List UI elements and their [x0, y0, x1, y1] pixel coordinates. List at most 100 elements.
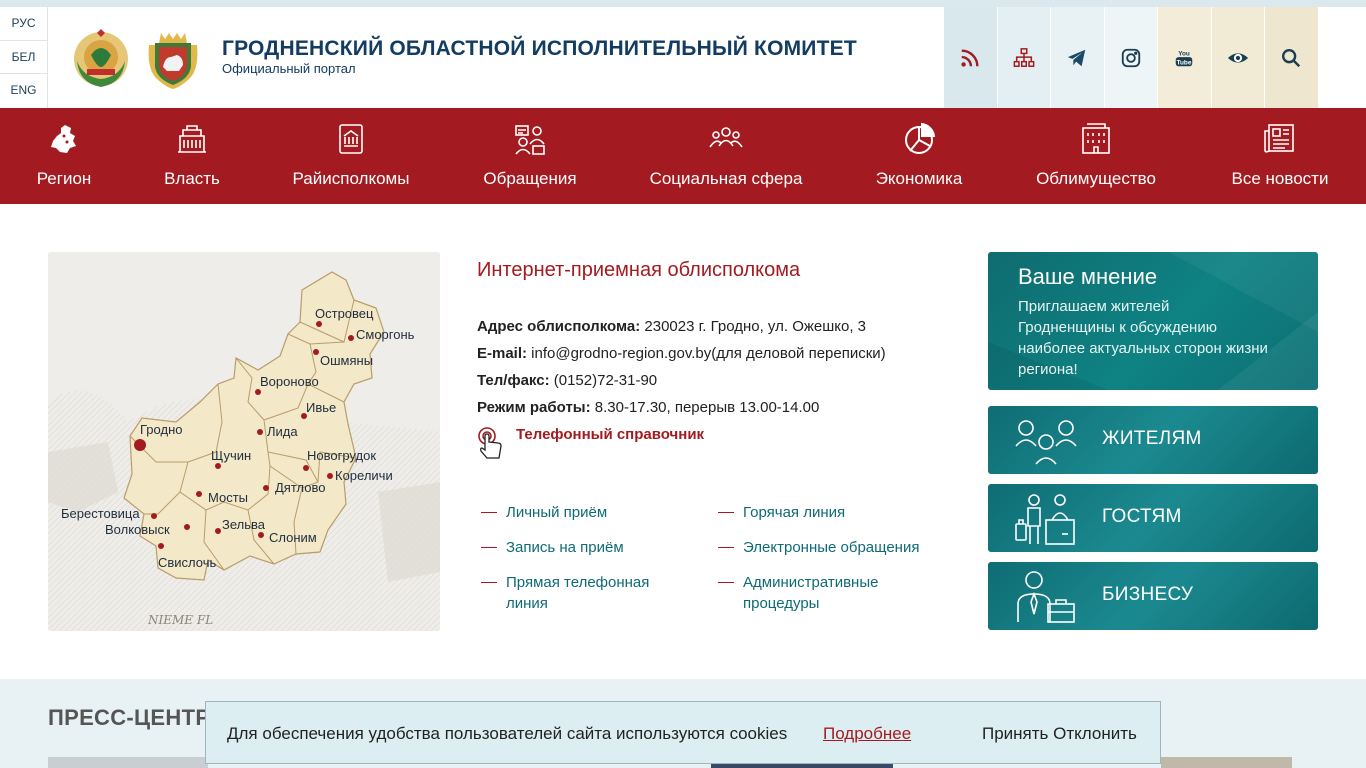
phonebook-label[interactable]: Телефонный справочник — [516, 426, 704, 443]
main-nav: Регион Власть Райисполкомы Обращения Соц… — [0, 108, 1366, 204]
cookie-decline-button[interactable]: Отклонить — [1053, 724, 1137, 743]
rss-icon — [961, 48, 979, 67]
email-value[interactable]: info@grodno-region.gov.by(для деловой пе… — [527, 345, 886, 362]
region-coat-of-arms-logo[interactable] — [141, 27, 205, 91]
email-line: E-mail: info@grodno-region.gov.by(для де… — [477, 345, 886, 362]
guests-icon — [1015, 494, 1075, 545]
region-map[interactable]: NIEME FL Островец Сморгонь Ошмяны Вороно… — [48, 252, 440, 631]
district-icon — [339, 124, 363, 154]
nav-all-news[interactable]: Все новости — [1229, 108, 1331, 204]
nav-region[interactable]: Регион — [34, 108, 94, 204]
map-city[interactable]: Дятлово — [275, 480, 325, 495]
map-city[interactable]: Гродно — [140, 422, 182, 437]
business-icon — [1017, 571, 1075, 623]
phone-value: (0152)72-31-90 — [549, 372, 658, 389]
nav-regional-property[interactable]: Облимущество — [1034, 108, 1158, 204]
nav-government[interactable]: Власть — [162, 108, 222, 204]
nav-district-committees[interactable]: Райисполкомы — [291, 108, 411, 204]
top-strip — [0, 0, 1366, 7]
map-city[interactable]: Ошмяны — [320, 353, 373, 368]
residents-panel[interactable]: ЖИТЕЛЯМ — [988, 406, 1318, 474]
business-panel[interactable]: БИЗНЕСУ — [988, 562, 1318, 630]
rss-button[interactable] — [943, 7, 997, 108]
accessibility-button[interactable] — [1210, 7, 1264, 108]
tap-icon — [478, 427, 502, 459]
social-icon — [709, 127, 743, 148]
svg-text:You: You — [1178, 50, 1190, 57]
site-title[interactable]: ГРОДНЕНСКИЙ ОБЛАСТНОЙ ИСПОЛНИТЕЛЬНЫЙ КОМ… — [222, 37, 857, 61]
youtube-button[interactable]: You Tube — [1157, 7, 1211, 108]
hours-line: Режим работы: 8.30-17.30, перерыв 13.00-… — [477, 399, 819, 416]
header: РУС БЕЛ ENG ГРОДНЕНСКИЙ ОБЛАСТНОЙ ИСПОЛН… — [0, 7, 1366, 108]
map-city[interactable]: Лида — [267, 424, 298, 439]
instagram-icon — [1121, 48, 1140, 67]
nav-label: Все новости — [1231, 169, 1329, 188]
nav-appeals[interactable]: Обращения — [482, 108, 578, 204]
state-emblem-logo[interactable] — [69, 27, 133, 91]
address-value: 230023 г. Гродно, ул. Ожешко, 3 — [640, 318, 867, 335]
map-city[interactable]: Свислочь — [158, 555, 216, 570]
map-city[interactable]: Волковыск — [105, 522, 170, 537]
phone-label: Тел/факс: — [477, 372, 550, 389]
residents-label: ЖИТЕЛЯМ — [1102, 428, 1202, 449]
link-electronic-appeals[interactable]: Электронные обращения — [717, 537, 919, 558]
link-administrative-procedures[interactable]: Административные процедуры — [718, 572, 913, 614]
news-thumbnail[interactable] — [48, 757, 208, 768]
link-appointment[interactable]: Запись на приём — [481, 537, 624, 558]
lang-ru[interactable]: РУС — [0, 7, 47, 41]
nav-label: Райисполкомы — [292, 169, 410, 188]
link-personal-reception[interactable]: Личный приём — [480, 502, 607, 523]
property-icon — [1082, 123, 1110, 154]
map-city[interactable]: Ивье — [306, 400, 336, 415]
map-city[interactable]: Кореличи — [335, 468, 393, 483]
site-subtitle: Официальный портал — [222, 61, 356, 76]
cookie-actions: Принять Отклонить — [982, 724, 1137, 744]
opinion-panel[interactable]: Ваше мнение Приглашаем жителей Гродненщи… — [988, 252, 1318, 390]
hours-value: 8.30-17.30, перерыв 13.00-14.00 — [590, 399, 820, 416]
economy-icon — [905, 122, 936, 154]
map-city[interactable]: Щучин — [211, 448, 251, 463]
map-city[interactable]: Сморгонь — [356, 327, 414, 342]
news-thumbnail[interactable] — [1161, 757, 1292, 768]
map-city[interactable]: Мосты — [208, 490, 248, 505]
map-graphic: NIEME FL — [48, 252, 440, 631]
cookie-banner: Для обеспечения удобства пользователей с… — [205, 701, 1161, 764]
map-city[interactable]: Слоним — [269, 530, 317, 545]
nav-label: Социальная сфера — [649, 169, 803, 188]
sitemap-icon — [1013, 47, 1035, 67]
nav-label: Облимущество — [1036, 169, 1156, 188]
cookie-more-link[interactable]: Подробнее — [823, 724, 911, 744]
business-label: БИЗНЕСУ — [1102, 584, 1194, 605]
email-label: E-mail: — [477, 345, 528, 362]
appeals-icon — [515, 125, 545, 155]
link-hotline[interactable]: Горячая линия — [717, 502, 845, 523]
map-city[interactable]: Берестовица — [61, 506, 140, 521]
nav-label: Регион — [36, 169, 92, 188]
region-icon — [51, 125, 76, 153]
press-center-title[interactable]: ПРЕСС-ЦЕНТР — [48, 705, 210, 731]
cookie-accept-button[interactable]: Принять — [982, 724, 1048, 743]
telegram-icon — [1068, 49, 1086, 66]
search-icon — [1282, 48, 1301, 67]
address-line: Адрес облисполкома: 230023 г. Гродно, ул… — [477, 318, 866, 335]
link-direct-phone-line[interactable]: Прямая телефонная линия — [481, 572, 676, 614]
map-city[interactable]: Зельва — [222, 517, 265, 532]
nav-social-sphere[interactable]: Социальная сфера — [648, 108, 804, 204]
opinion-text: Приглашаем жителей Гродненщины к обсужде… — [1018, 298, 1268, 378]
language-switcher: РУС БЕЛ ENG — [0, 7, 48, 108]
guests-panel[interactable]: ГОСТЯМ — [988, 484, 1318, 552]
map-watermark: NIEME FL — [147, 613, 213, 627]
instagram-button[interactable] — [1103, 7, 1157, 108]
search-button[interactable] — [1264, 7, 1318, 108]
nav-label: Власть — [164, 169, 220, 188]
map-city[interactable]: Новогрудок — [307, 448, 376, 463]
sitemap-button[interactable] — [996, 7, 1050, 108]
nav-economy[interactable]: Экономика — [874, 108, 964, 204]
lang-en[interactable]: ENG — [0, 74, 47, 108]
telegram-button[interactable] — [1050, 7, 1104, 108]
nav-label: Экономика — [875, 169, 963, 188]
reception-title[interactable]: Интернет-приемная облисполкома — [477, 259, 800, 282]
map-city[interactable]: Вороново — [260, 374, 319, 389]
map-city[interactable]: Островец — [315, 306, 373, 321]
lang-be[interactable]: БЕЛ — [0, 41, 47, 75]
